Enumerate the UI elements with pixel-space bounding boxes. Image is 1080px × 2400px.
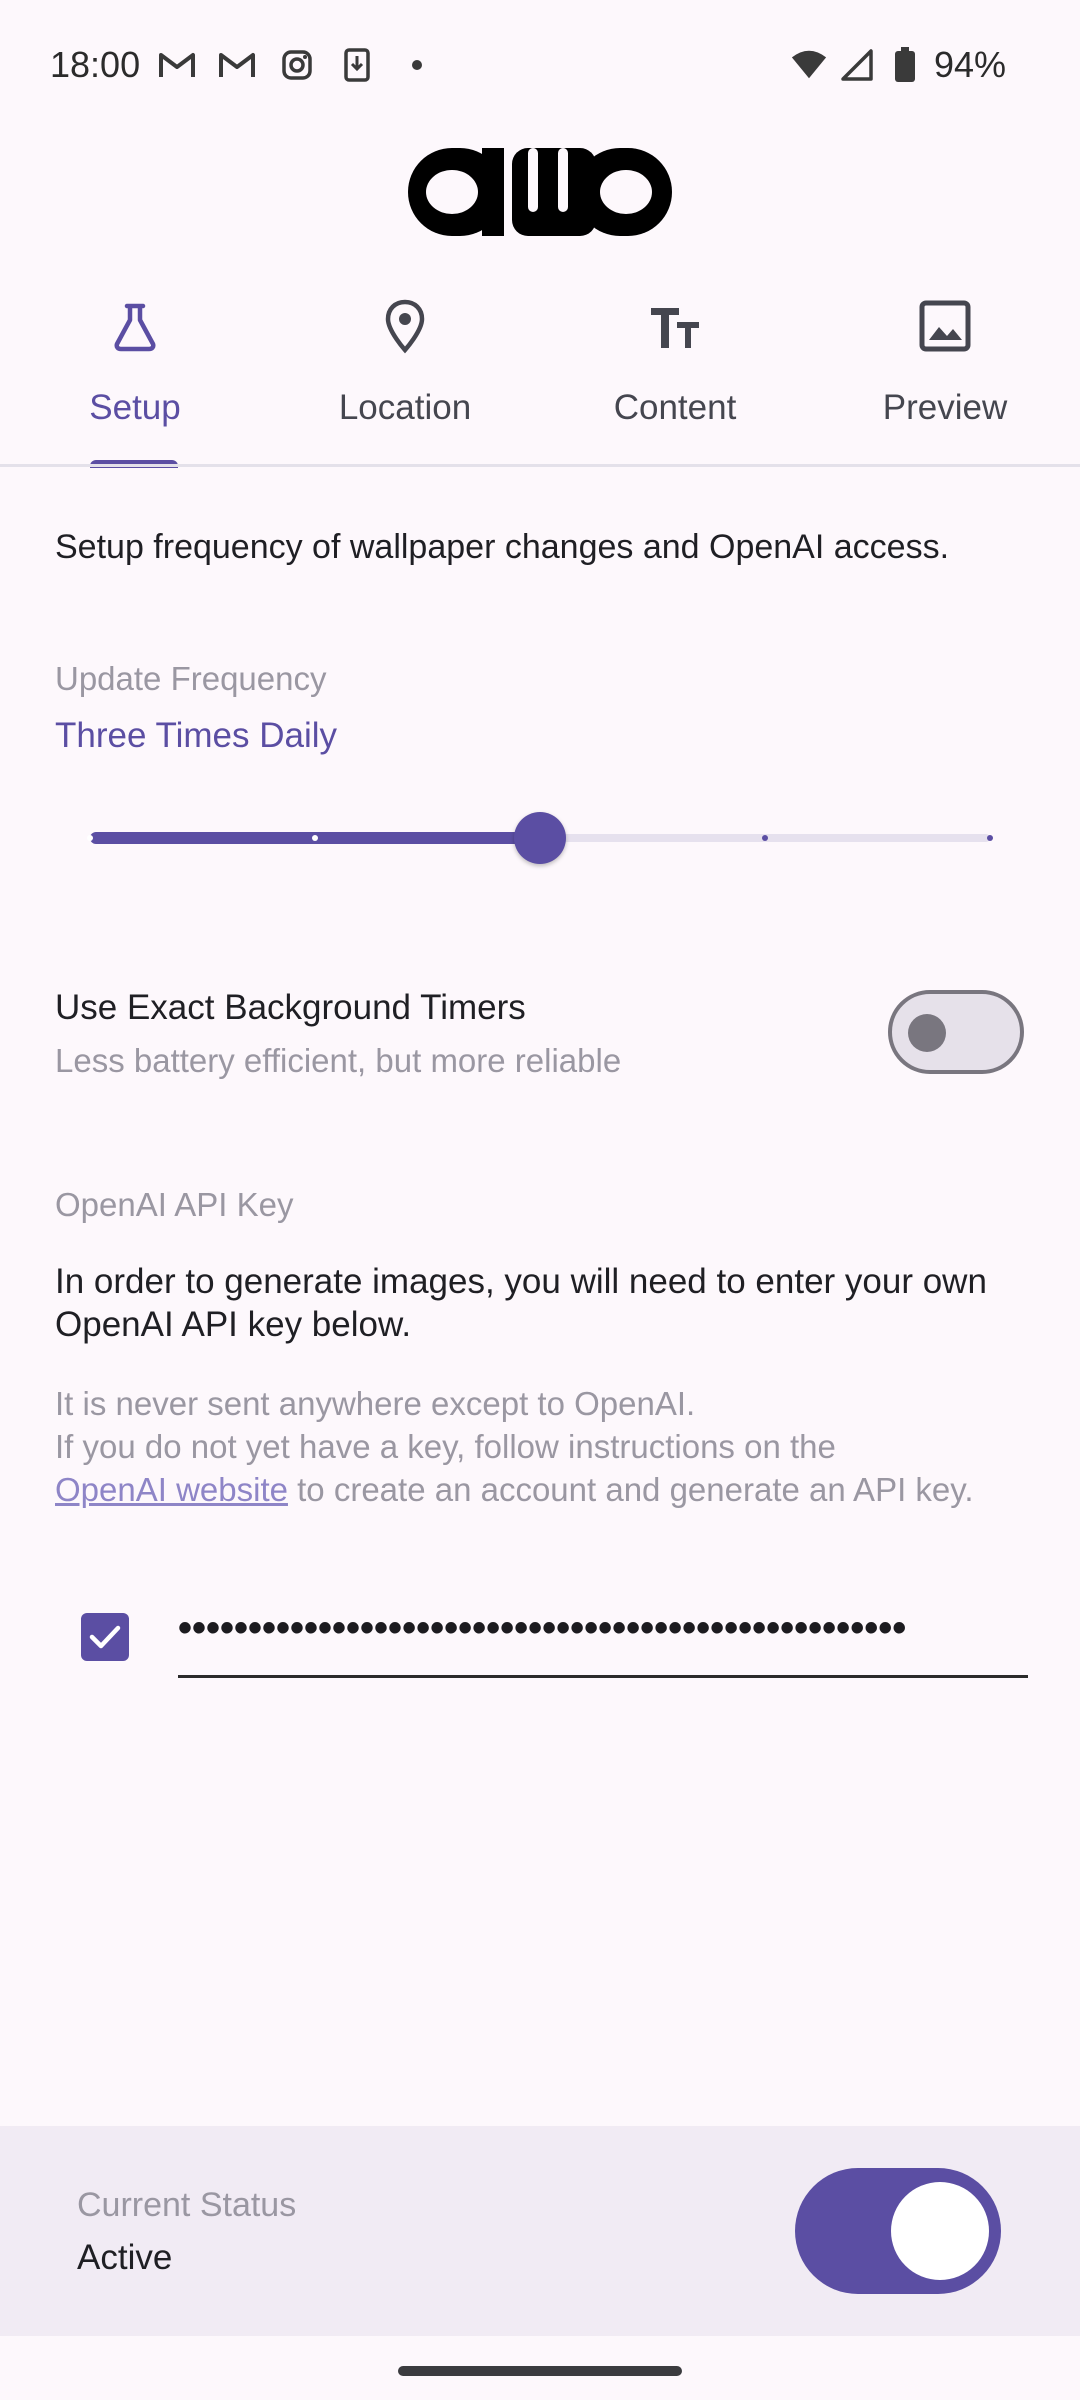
slider-tick xyxy=(987,835,993,841)
system-icons: 94% xyxy=(790,44,1006,86)
slider-tick xyxy=(762,835,768,841)
tab-preview[interactable]: Preview xyxy=(810,290,1080,466)
status-bar: 18:00 94% xyxy=(0,0,1080,130)
show-key-checkbox[interactable] xyxy=(81,1613,129,1661)
tab-setup[interactable]: Setup xyxy=(0,290,270,468)
update-frequency-slider[interactable] xyxy=(87,812,993,864)
signal-icon xyxy=(838,46,876,84)
gmail-icon xyxy=(158,46,196,84)
exact-timers-toggle[interactable] xyxy=(888,990,1024,1074)
tab-setup-label: Setup xyxy=(89,388,181,427)
api-note-line3: to create an account and generate an API… xyxy=(287,1471,974,1508)
battery-percent: 94% xyxy=(933,44,1006,85)
api-note-line2: If you do not yet have a key, follow ins… xyxy=(55,1428,836,1465)
tab-location[interactable]: Location xyxy=(270,290,540,466)
current-status-label: Current Status xyxy=(77,2186,297,2224)
app-logo xyxy=(408,142,672,242)
flask-icon xyxy=(107,298,163,354)
tab-content-label: Content xyxy=(613,388,737,427)
api-key-label: OpenAI API Key xyxy=(55,1186,294,1223)
update-frequency-value: Three Times Daily xyxy=(55,716,338,755)
api-key-note: It is never sent anywhere except to Open… xyxy=(55,1382,1045,1511)
home-indicator[interactable] xyxy=(398,2366,682,2376)
tabs-divider xyxy=(0,464,1080,467)
download-icon xyxy=(338,46,376,84)
status-time: 18:00 xyxy=(50,44,141,85)
active-toggle[interactable] xyxy=(795,2168,1001,2294)
exact-timers-title: Use Exact Background Timers xyxy=(55,988,526,1027)
notification-icons xyxy=(158,46,436,84)
current-status-value: Active xyxy=(77,2238,173,2277)
toggle-knob xyxy=(891,2182,989,2280)
wifi-icon xyxy=(790,46,828,84)
tab-location-label: Location xyxy=(338,388,472,427)
text-size-icon xyxy=(647,298,703,354)
location-pin-icon xyxy=(377,298,433,354)
api-key-masked-value: ••••••••••••••••••••••••••••••••••••••••… xyxy=(178,1606,907,1650)
image-icon xyxy=(917,298,973,354)
current-status-panel: Current Status Active xyxy=(0,2126,1080,2336)
tab-preview-label: Preview xyxy=(882,388,1008,427)
tab-content[interactable]: Content xyxy=(540,290,810,466)
dot-icon xyxy=(398,46,436,84)
checkmark-icon xyxy=(89,1625,121,1649)
slider-tick xyxy=(312,835,318,841)
openai-website-link[interactable]: OpenAI website xyxy=(55,1471,288,1508)
exact-timers-subtitle: Less battery efficient, but more reliabl… xyxy=(55,1042,622,1079)
slider-thumb[interactable] xyxy=(514,812,566,864)
instagram-icon xyxy=(278,46,316,84)
setup-intro-text: Setup frequency of wallpaper changes and… xyxy=(55,528,950,566)
slider-tick xyxy=(87,835,93,841)
gmail-icon xyxy=(218,46,256,84)
api-key-input[interactable]: ••••••••••••••••••••••••••••••••••••••••… xyxy=(178,1596,1028,1678)
update-frequency-label: Update Frequency xyxy=(55,660,327,697)
battery-icon xyxy=(886,46,924,84)
toggle-knob xyxy=(908,1014,946,1052)
api-key-description: In order to generate images, you will ne… xyxy=(55,1262,987,1344)
api-note-line1: It is never sent anywhere except to Open… xyxy=(55,1385,696,1422)
tab-bar: Setup Location Content Preview xyxy=(0,290,1080,468)
